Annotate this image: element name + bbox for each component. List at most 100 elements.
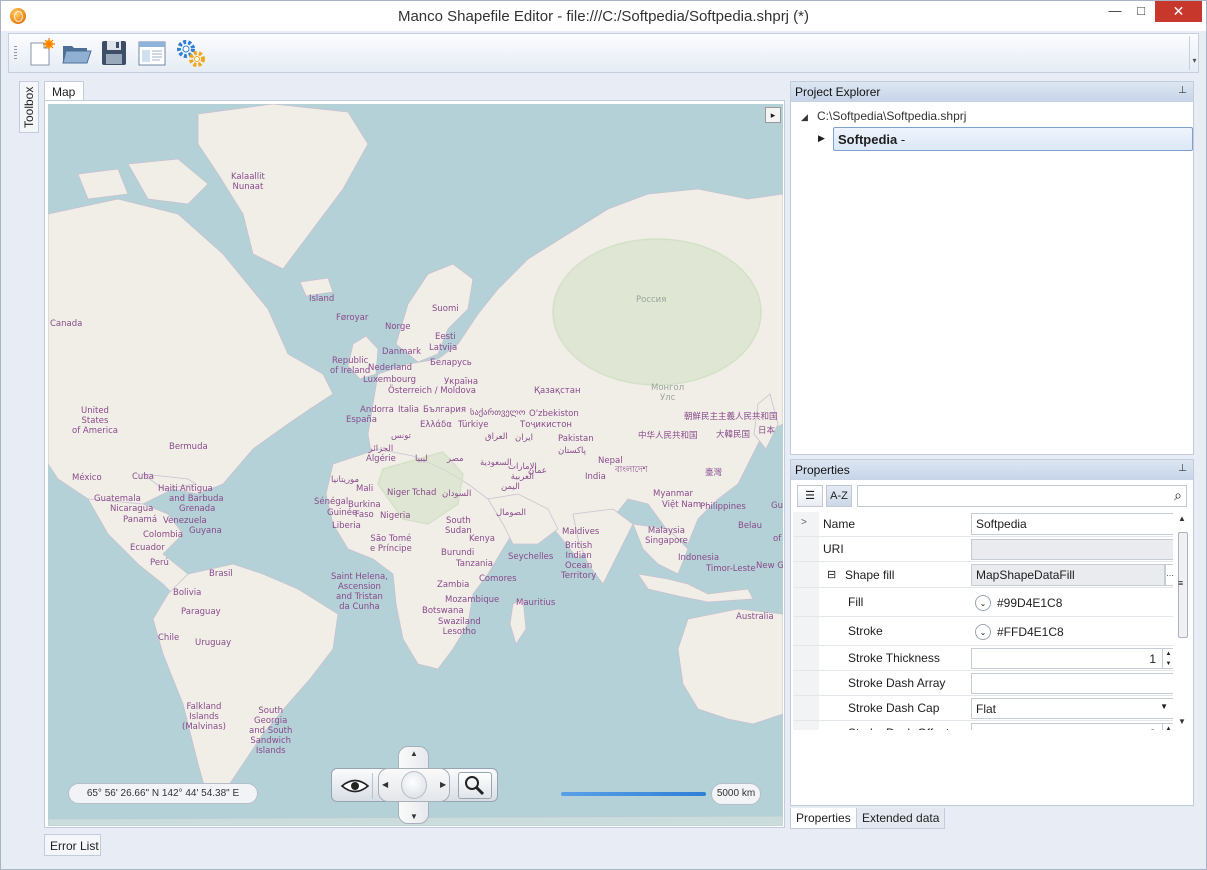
numeric-stepper[interactable]: ▲▼ <box>1162 649 1173 668</box>
map-label: Gu <box>771 501 783 511</box>
toolbar-overflow-button[interactable]: ▾ <box>1189 36 1199 70</box>
property-row-stroke-dash-offset: Stroke Dash Offset 0 ▲▼ <box>793 721 1173 730</box>
map-corner-toggle-button[interactable]: ▸ <box>765 107 781 123</box>
map-label: تونس <box>391 431 411 441</box>
map-label: Colombia <box>143 530 183 540</box>
map-label: Perú <box>150 558 169 568</box>
map-label: Antigua and Barbuda <box>169 484 224 504</box>
stroke-color-value[interactable]: ⌄ #FFD4E1C8 <box>971 619 1173 644</box>
save-button[interactable] <box>99 38 129 68</box>
map-navigation-control: ▲ ▼ ◀ ▶ <box>331 746 501 826</box>
gears-icon <box>177 40 205 67</box>
map-label: Kenya <box>469 534 496 544</box>
categorized-view-button[interactable]: ☰ <box>797 485 823 507</box>
chevron-down-icon[interactable]: ⌄ <box>975 594 991 611</box>
property-row-stroke-dash-array: Stroke Dash Array <box>793 671 1173 696</box>
pan-up-arrow-icon[interactable]: ▲ <box>410 749 418 758</box>
row-gutter <box>793 646 819 670</box>
map-label: Indonesia <box>678 553 720 563</box>
pin-icon[interactable]: ⊥ <box>1178 85 1187 96</box>
scroll-down-arrow-icon[interactable]: ▼ <box>1178 717 1186 726</box>
open-button[interactable] <box>61 38 92 68</box>
application-window: Manco Shapefile Editor - file:///C:/Soft… <box>0 0 1207 870</box>
minimize-button[interactable]: — <box>1102 1 1128 22</box>
toolbox-tab[interactable]: Toolbox <box>19 81 39 133</box>
property-grid-scrollbar[interactable]: ▲ ≡ ▼ <box>1175 512 1191 730</box>
shape-fill-ellipsis-button[interactable]: … <box>1165 564 1173 586</box>
name-value-input[interactable]: Softpedia <box>971 513 1173 535</box>
property-search-input[interactable]: ⌕ <box>857 485 1187 507</box>
pan-left-arrow-icon[interactable]: ◀ <box>382 780 388 789</box>
property-row-shape-fill: ⊟Shape fill MapShapeDataFill … <box>793 562 1173 588</box>
tree-node-softpedia[interactable]: Softpedia - <box>833 127 1193 151</box>
properties-title: Properties <box>795 463 850 477</box>
maximize-button[interactable]: □ <box>1128 1 1154 22</box>
stroke-dash-cap-select[interactable]: Flat ▼ <box>971 698 1173 719</box>
collapse-minus-icon[interactable]: ⊟ <box>827 568 845 581</box>
shape-fill-value[interactable]: MapShapeDataFill <box>971 564 1165 586</box>
tab-error-list[interactable]: Error List <box>44 834 101 856</box>
settings-button[interactable] <box>175 38 205 68</box>
map-label: Burundi <box>441 548 475 558</box>
map-label: Luxembourg <box>363 375 416 385</box>
world-map[interactable]: Kalaallit Nunaat Canada Island Føroyar No… <box>48 104 783 826</box>
tab-properties[interactable]: Properties <box>790 808 857 829</box>
pan-right-arrow-icon[interactable]: ▶ <box>440 780 446 789</box>
scale-label: 5000 km <box>711 783 761 805</box>
map-label: Tchad <box>412 488 437 498</box>
map-label: Brasil <box>209 569 233 579</box>
numeric-stepper[interactable]: ▲▼ <box>1162 724 1173 730</box>
dropdown-arrow-icon[interactable]: ▼ <box>1160 702 1168 711</box>
map-label: Niger <box>387 488 410 498</box>
tree-root-node[interactable]: ◢ C:\Softpedia\Softpedia.shprj <box>801 109 966 123</box>
chevron-down-icon[interactable]: ⌄ <box>975 623 991 640</box>
row-gutter <box>793 537 819 561</box>
stroke-dash-offset-input[interactable]: 0 ▲▼ <box>971 723 1173 730</box>
property-row-stroke-thickness: Stroke Thickness 1 ▲ ▼ <box>793 646 1173 671</box>
row-gutter <box>793 721 819 730</box>
collapse-triangle-icon[interactable]: ◢ <box>801 112 817 123</box>
scroll-grip-icon: ≡ <box>1178 578 1184 588</box>
alphabetical-sort-button[interactable]: A-Z <box>826 485 852 507</box>
uri-value-input[interactable] <box>971 539 1173 560</box>
scroll-up-arrow-icon[interactable]: ▲ <box>1178 514 1186 523</box>
map-label: 中华人民共和国 <box>638 431 698 441</box>
pin-icon[interactable]: ⊥ <box>1178 463 1187 474</box>
new-document-button[interactable] <box>26 38 56 68</box>
map-label: São Tomé e Príncipe <box>370 534 412 554</box>
property-row-name: > Name Softpedia <box>793 512 1173 537</box>
zoom-button[interactable] <box>458 772 492 799</box>
map-label: Ελλάδα <box>420 420 452 430</box>
project-explorer-panel: Project Explorer ⊥ ◢ C:\Softpedia\Softped… <box>790 81 1194 455</box>
search-icon: ⌕ <box>1174 487 1182 503</box>
map-label: Myanmar <box>653 489 693 499</box>
map-label: Nicaragua <box>110 504 154 514</box>
tree-root-label: C:\Softpedia\Softpedia.shprj <box>817 109 967 123</box>
map-label: Việt Nam <box>662 500 702 510</box>
property-row-uri: URI <box>793 537 1173 562</box>
main-toolbar: ▾ <box>8 33 1199 73</box>
map-label: India <box>585 472 606 482</box>
map-label: Cuba <box>132 472 154 482</box>
expand-triangle-icon[interactable]: ▶ <box>818 133 825 144</box>
map-label: Panamá <box>123 515 158 525</box>
pan-down-arrow-icon[interactable]: ▼ <box>410 812 418 821</box>
window-properties-icon <box>138 41 166 66</box>
map-label: الجزائر Algérie <box>366 444 396 464</box>
visibility-eye-button[interactable] <box>337 773 373 799</box>
map-label: 日本 <box>758 426 776 436</box>
map-label: Монгол Улс <box>651 383 685 403</box>
tab-map[interactable]: Map <box>44 81 84 101</box>
stroke-dash-array-input[interactable] <box>971 673 1173 694</box>
properties-window-button[interactable] <box>137 38 167 68</box>
folder-open-icon <box>62 46 92 64</box>
pan-center-button[interactable] <box>401 771 427 799</box>
close-button[interactable]: ✕ <box>1155 1 1202 22</box>
eye-icon <box>340 779 370 793</box>
tree-node-suffix: - <box>897 132 906 147</box>
map-label: Guyana <box>189 526 222 536</box>
stroke-thickness-input[interactable]: 1 ▲ ▼ <box>971 648 1173 669</box>
fill-color-value[interactable]: ⌄ #99D4E1C8 <box>971 590 1173 615</box>
toolbar-grip[interactable] <box>14 46 17 60</box>
tab-extended-data[interactable]: Extended data <box>856 808 946 829</box>
